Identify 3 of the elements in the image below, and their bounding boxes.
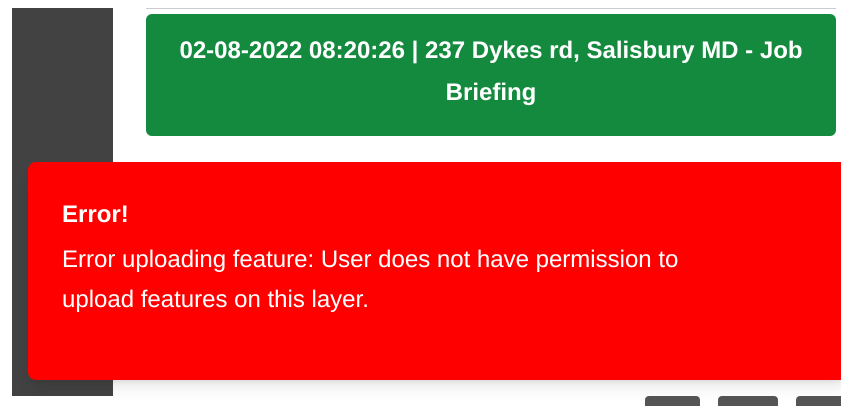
job-banner[interactable]: 02-08-2022 08:20:26 | 237 Dykes rd, Salisbury MD - Job Briefing — [146, 14, 836, 136]
toast-title: Error! — [62, 200, 129, 230]
toast-message: Error uploading feature: User does not have permission to upload features on this layer. — [62, 245, 680, 315]
